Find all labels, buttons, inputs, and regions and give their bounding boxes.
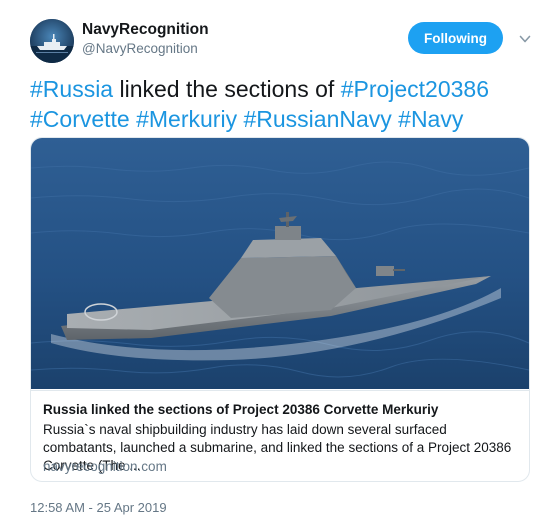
tweet-timestamp[interactable]: 12:58 AM - 25 Apr 2019: [30, 500, 167, 515]
tweet-text: #Russia linked the sections of #Project2…: [30, 74, 540, 134]
hashtag-link[interactable]: #Project20386: [341, 76, 489, 102]
author-display-name[interactable]: NavyRecognition: [82, 21, 209, 39]
hashtag-link[interactable]: #RussianNavy: [243, 106, 391, 132]
author-handle[interactable]: @NavyRecognition: [82, 41, 198, 56]
tweet-menu-button[interactable]: [519, 32, 531, 44]
hashtag-link[interactable]: #Merkuriy: [136, 106, 237, 132]
chevron-down-icon: [519, 35, 531, 43]
card-image-corvette: [31, 138, 529, 389]
hashtag-link[interactable]: #Corvette: [30, 106, 130, 132]
tweet: NavyRecognition @NavyRecognition Followi…: [0, 0, 558, 522]
ship-logo-icon: [30, 19, 74, 63]
card-title[interactable]: Russia linked the sections of Project 20…: [43, 402, 518, 417]
tweet-text-segment: linked the sections of: [113, 76, 341, 102]
link-card[interactable]: Russia linked the sections of Project 20…: [30, 137, 530, 482]
card-body: Russia linked the sections of Project 20…: [31, 390, 529, 481]
hashtag-link[interactable]: #Russia: [30, 76, 113, 102]
avatar[interactable]: [30, 19, 74, 63]
card-domain[interactable]: navyrecognition.com: [43, 459, 167, 474]
hashtag-link[interactable]: #Navy: [398, 106, 463, 132]
following-button[interactable]: Following: [408, 22, 503, 54]
